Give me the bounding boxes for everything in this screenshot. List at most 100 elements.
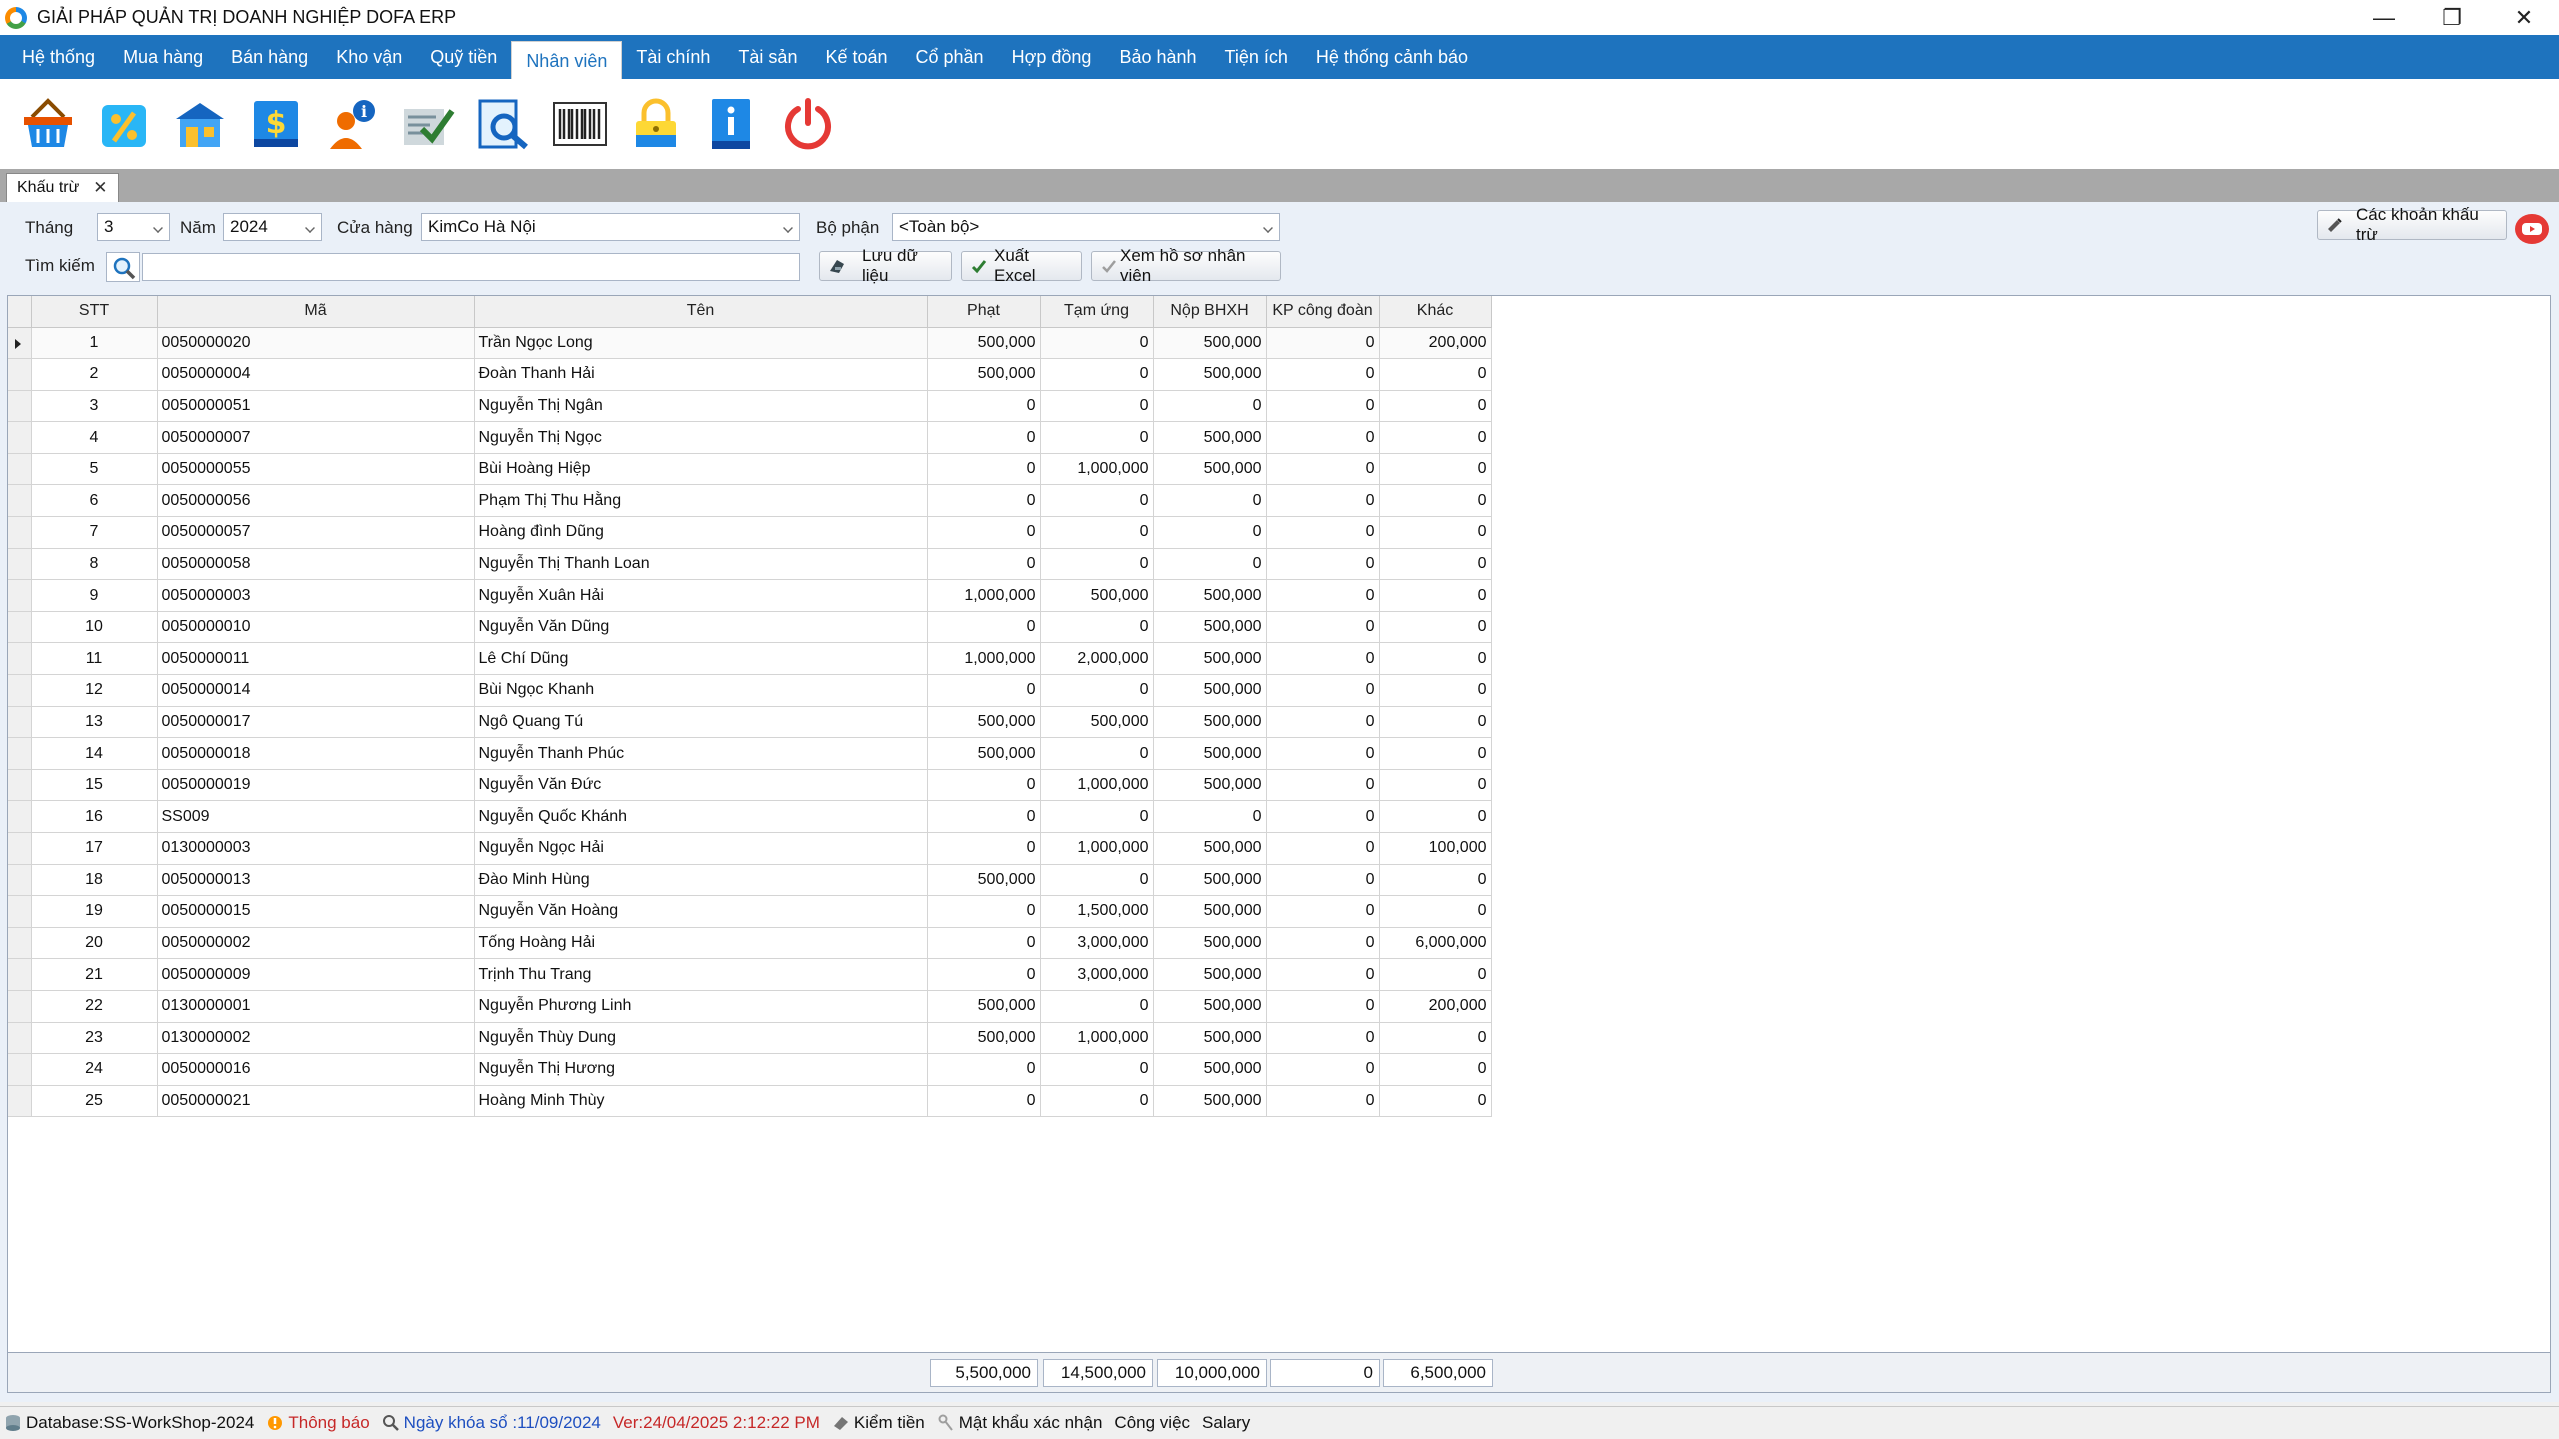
table-cell[interactable]: 500,000	[1153, 642, 1267, 676]
row-indicator[interactable]	[8, 327, 32, 360]
menu-item-4[interactable]: Quỹ tiền	[416, 35, 511, 79]
table-cell[interactable]: 500,000	[1153, 611, 1267, 644]
table-cell[interactable]: 15	[31, 769, 158, 802]
table-cell[interactable]: 18	[31, 864, 158, 897]
table-cell[interactable]: 3	[31, 390, 158, 423]
menu-item-6[interactable]: Tài chính	[622, 35, 724, 79]
row-indicator[interactable]	[8, 1085, 32, 1118]
table-cell[interactable]: 0	[927, 958, 1041, 991]
table-row[interactable]: 4 0050000007 Nguyễn Thị Ngọc 0 0 500,000 0 0	[8, 421, 1492, 454]
table-cell[interactable]: 500,000	[1040, 706, 1154, 739]
table-cell[interactable]: 0	[1266, 516, 1380, 549]
column-header-2[interactable]: Tên	[474, 296, 928, 328]
search-input[interactable]	[142, 253, 800, 281]
table-cell[interactable]: 0	[1379, 579, 1492, 612]
table-cell[interactable]: 0130000003	[157, 832, 475, 865]
table-cell[interactable]: 1,000,000	[1040, 832, 1154, 865]
table-cell[interactable]: Phạm Thị Thu Hằng	[474, 484, 928, 518]
row-indicator[interactable]	[8, 832, 32, 865]
row-indicator[interactable]	[8, 484, 32, 518]
table-cell[interactable]: 0	[927, 927, 1041, 960]
cua-hang-select[interactable]: KimCo Hà Nội	[421, 213, 800, 241]
menu-item-0[interactable]: Hệ thống	[8, 35, 109, 79]
table-cell[interactable]: 0050000004	[157, 358, 475, 391]
table-cell[interactable]: 10	[31, 611, 158, 644]
barcode-icon[interactable]	[552, 95, 608, 153]
table-cell[interactable]: 0050000015	[157, 895, 475, 928]
column-header-7[interactable]: Khác	[1379, 296, 1492, 328]
table-cell[interactable]: 500,000	[927, 737, 1041, 770]
close-window-button[interactable]: ✕	[2490, 0, 2558, 35]
table-cell[interactable]: 500,000	[1153, 358, 1267, 391]
table-row[interactable]: 25 0050000021 Hoàng Minh Thùy 0 0 500,000 0 0	[8, 1085, 1492, 1118]
menu-item-1[interactable]: Mua hàng	[109, 35, 217, 79]
table-cell[interactable]: 0	[927, 895, 1041, 928]
table-cell[interactable]: 0130000001	[157, 990, 475, 1023]
view-profile-button[interactable]: Xem hồ sơ nhân viên	[1091, 246, 1281, 285]
table-cell[interactable]: Bùi Hoàng Hiệp	[474, 453, 928, 486]
table-cell[interactable]: 0	[1266, 579, 1380, 612]
table-cell[interactable]: 0	[1266, 484, 1380, 518]
table-cell[interactable]: 0	[1040, 674, 1154, 707]
menu-item-9[interactable]: Cổ phần	[902, 35, 998, 79]
table-cell[interactable]: 500,000	[1153, 706, 1267, 739]
status-cong-viec[interactable]: Công việc	[1114, 1413, 1190, 1433]
table-cell[interactable]: 0050000002	[157, 927, 475, 960]
table-cell[interactable]: 0	[1040, 421, 1154, 454]
table-cell[interactable]: 0	[1040, 516, 1154, 549]
table-row[interactable]: 23 0130000002 Nguyễn Thùy Dung 500,000 1,000…	[8, 1022, 1492, 1055]
row-indicator[interactable]	[8, 611, 32, 644]
table-cell[interactable]: 0	[1379, 484, 1492, 518]
table-cell[interactable]: Nguyễn Thùy Dung	[474, 1022, 928, 1055]
table-cell[interactable]: 0050000018	[157, 737, 475, 770]
info-book-icon[interactable]	[704, 95, 760, 153]
row-indicator[interactable]	[8, 927, 32, 960]
table-cell[interactable]: Nguyễn Văn Dũng	[474, 611, 928, 644]
table-cell[interactable]: 500,000	[1040, 579, 1154, 612]
table-cell[interactable]: 0050000007	[157, 421, 475, 454]
table-cell[interactable]: Nguyễn Xuân Hải	[474, 579, 928, 612]
table-cell[interactable]: 0	[1266, 737, 1380, 770]
table-cell[interactable]: 500,000	[927, 327, 1041, 360]
table-cell[interactable]: 0	[1153, 484, 1267, 518]
table-cell[interactable]: 0	[927, 453, 1041, 486]
table-row[interactable]: 2 0050000004 Đoàn Thanh Hải 500,000 0 500,000…	[8, 358, 1492, 391]
table-cell[interactable]: 500,000	[1153, 579, 1267, 612]
row-indicator[interactable]	[8, 390, 32, 423]
table-cell[interactable]: Nguyễn Thanh Phúc	[474, 737, 928, 770]
table-cell[interactable]: 25	[31, 1085, 158, 1118]
lock-icon[interactable]	[628, 95, 684, 153]
table-cell[interactable]: 500,000	[1153, 1022, 1267, 1055]
table-cell[interactable]: 0050000003	[157, 579, 475, 612]
table-cell[interactable]: Hoàng Minh Thùy	[474, 1085, 928, 1118]
table-row[interactable]: 22 0130000001 Nguyễn Phương Linh 500,000 0 50…	[8, 990, 1492, 1023]
search-document-icon[interactable]	[476, 95, 532, 153]
table-row[interactable]: 17 0130000003 Nguyễn Ngọc Hải 0 1,000,000 500…	[8, 832, 1492, 865]
row-indicator[interactable]	[8, 864, 32, 897]
table-row[interactable]: 5 0050000055 Bùi Hoàng Hiệp 0 1,000,000 500,0…	[8, 453, 1492, 486]
table-cell[interactable]: 0	[1379, 390, 1492, 423]
table-cell[interactable]: 500,000	[1153, 1085, 1267, 1118]
table-cell[interactable]: 13	[31, 706, 158, 739]
table-cell[interactable]: 1,000,000	[1040, 453, 1154, 486]
deductions-list-button[interactable]: Các khoản khấu trừ	[2317, 205, 2507, 244]
table-row[interactable]: 16 SS009 Nguyễn Quốc Khánh 0 0 0 0 0	[8, 800, 1492, 833]
table-cell[interactable]: 1,000,000	[927, 579, 1041, 612]
table-cell[interactable]: 0	[1266, 1085, 1380, 1118]
table-cell[interactable]: Nguyễn Thị Thanh Loan	[474, 548, 928, 581]
table-cell[interactable]: Lê Chí Dũng	[474, 642, 928, 676]
minimize-button[interactable]: —	[2350, 0, 2418, 35]
table-cell[interactable]: 500,000	[1153, 421, 1267, 454]
table-cell[interactable]: 2,000,000	[1040, 642, 1154, 676]
column-header-1[interactable]: Mã	[157, 296, 475, 328]
table-cell[interactable]: 0	[1379, 611, 1492, 644]
table-cell[interactable]: 0	[927, 421, 1041, 454]
table-cell[interactable]: 21	[31, 958, 158, 991]
row-indicator[interactable]	[8, 769, 32, 802]
table-cell[interactable]: 0	[1379, 548, 1492, 581]
table-cell[interactable]: Nguyễn Văn Hoàng	[474, 895, 928, 928]
row-indicator[interactable]	[8, 958, 32, 991]
table-cell[interactable]: 0050000057	[157, 516, 475, 549]
menu-item-10[interactable]: Hợp đồng	[998, 35, 1106, 79]
table-cell[interactable]: Hoàng đình Dũng	[474, 516, 928, 549]
